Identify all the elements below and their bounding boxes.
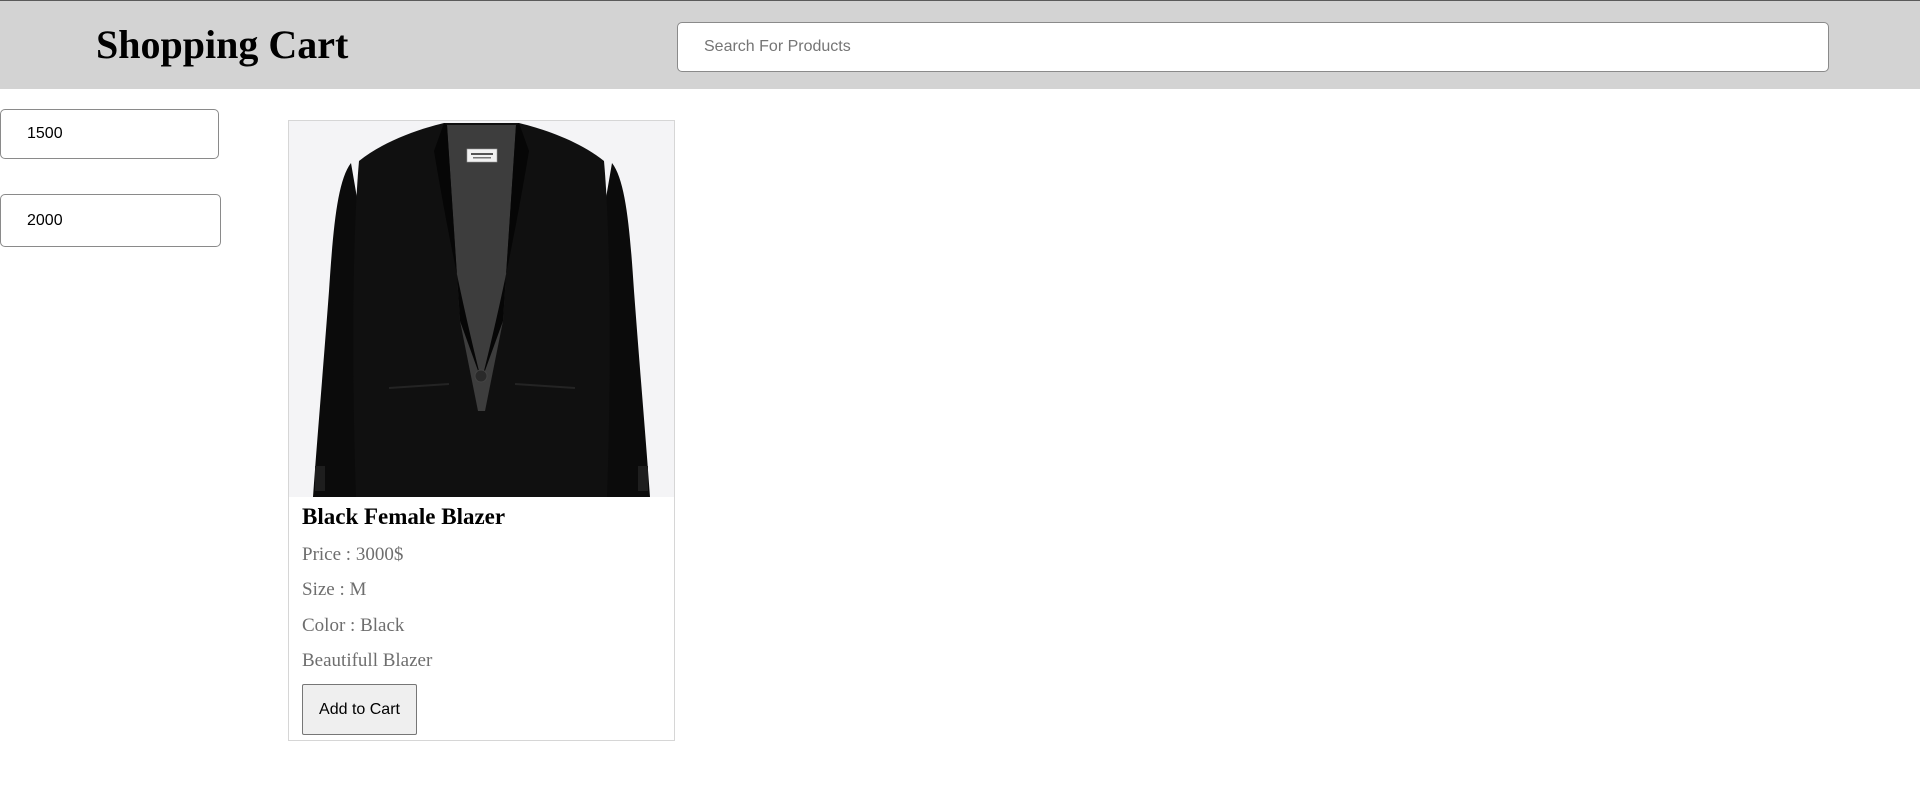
- product-image: [289, 121, 674, 497]
- black-blazer-image: [289, 121, 674, 497]
- add-to-cart-button[interactable]: Add to Cart: [302, 684, 417, 735]
- product-name: Black Female Blazer: [302, 504, 506, 529]
- product-size: Size : M: [302, 578, 366, 602]
- product-card: Black Female Blazer Price : 3000$ Size :…: [288, 120, 675, 741]
- price-label: Price :: [302, 544, 356, 565]
- color-label: Color :: [302, 615, 361, 636]
- size-label: Size :: [302, 579, 350, 600]
- price-value: 3000$: [355, 544, 404, 565]
- size-value: M: [349, 579, 367, 600]
- search-input[interactable]: [677, 22, 1829, 72]
- app-title: Shopping Cart: [96, 22, 349, 67]
- max-price-input[interactable]: [0, 194, 221, 247]
- color-value: Black: [360, 615, 405, 636]
- min-price-input[interactable]: [0, 109, 219, 159]
- product-color: Color : Black: [302, 614, 404, 638]
- product-description: Beautifull Blazer: [302, 650, 433, 671]
- product-price: Price : 3000$: [302, 543, 403, 567]
- header: Shopping Cart: [0, 0, 1920, 89]
